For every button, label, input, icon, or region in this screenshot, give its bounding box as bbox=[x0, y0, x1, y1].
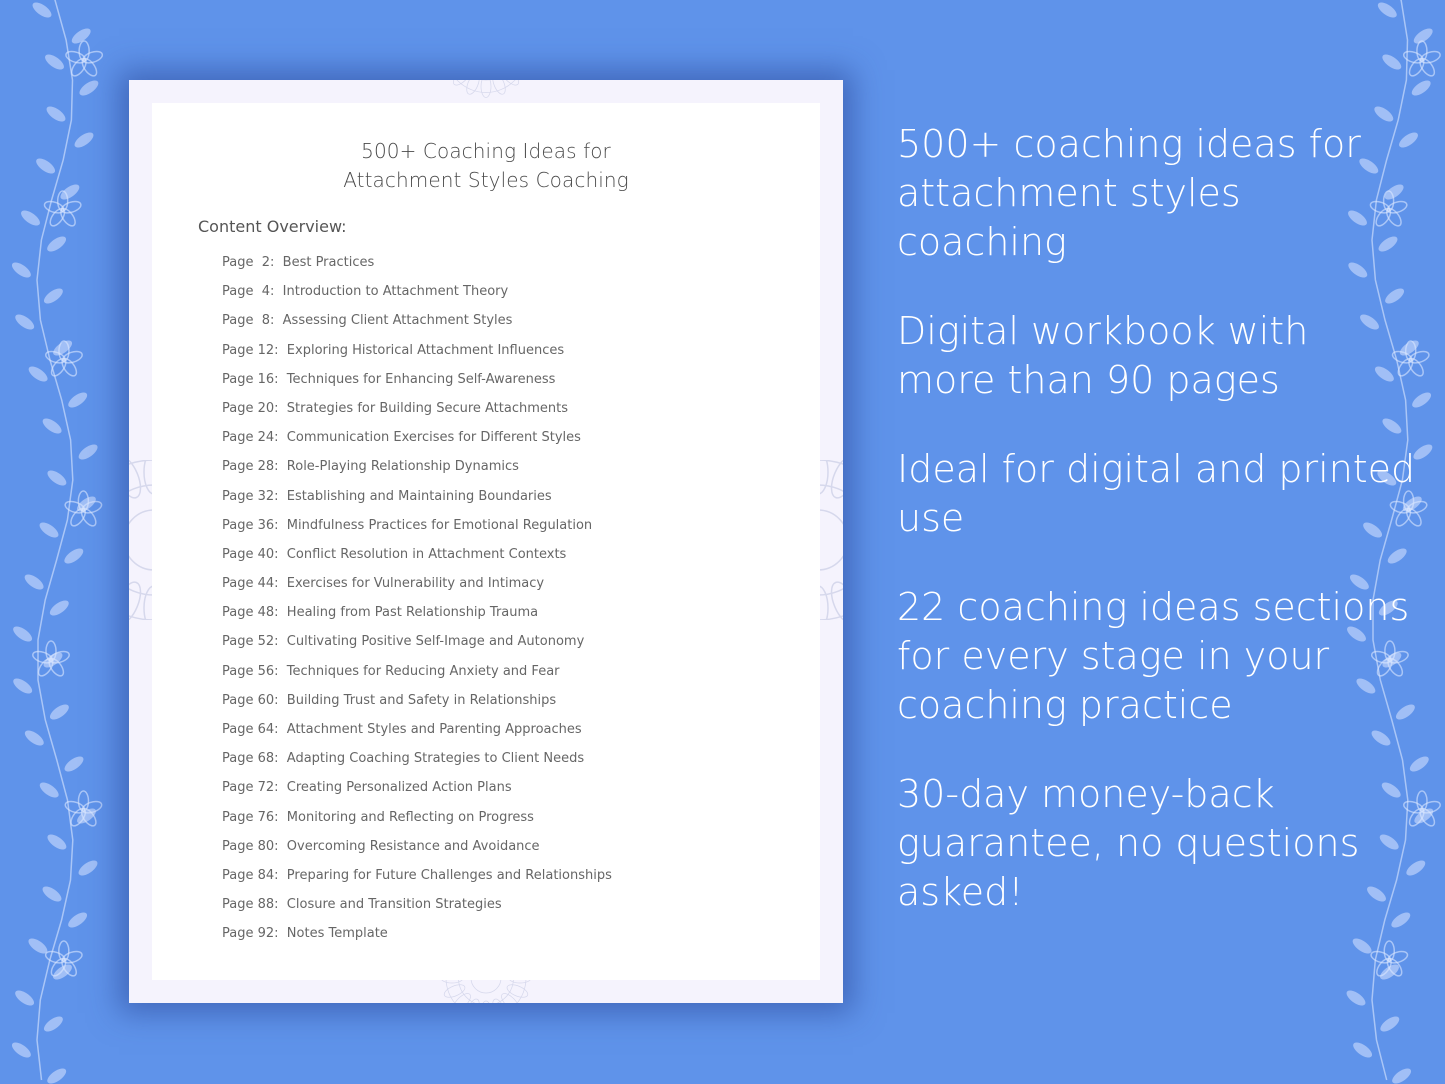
toc-page-number: Page 76: bbox=[222, 809, 279, 825]
toc-page-number: Page 84: bbox=[222, 867, 279, 883]
toc-section-title: Strategies for Building Secure Attachmen… bbox=[286, 400, 569, 416]
toc-page-number: Page 24: bbox=[222, 430, 279, 446]
toc-item: Page 52: Cultivating Positive Self-Image… bbox=[222, 634, 612, 663]
toc-item: Page 92: Notes Template bbox=[222, 926, 612, 955]
toc-item: Page 76: Monitoring and Reflecting on Pr… bbox=[222, 810, 612, 839]
toc-item: Page 28: Role-Playing Relationship Dynam… bbox=[222, 459, 612, 488]
feature-guarantee: 30-day money-back guarantee, no question… bbox=[897, 772, 1360, 914]
toc-page-number: Page 64: bbox=[222, 722, 279, 737]
toc-section-title: Notes Template bbox=[286, 926, 388, 942]
mandala-right-icon bbox=[818, 460, 843, 620]
toc-page-number: Page 48: bbox=[222, 605, 279, 621]
content-overview-label: Content Overview: bbox=[198, 217, 347, 236]
toc-section-title: Techniques for Reducing Anxiety and Fear bbox=[286, 663, 560, 679]
toc-item: Page 8: Assessing Client Attachment Styl… bbox=[222, 313, 612, 342]
toc-page-number: Page 16: bbox=[222, 371, 279, 387]
floral-vine-left-icon bbox=[11, 0, 104, 1084]
toc-section-title: Mindfulness Practices for Emotional Regu… bbox=[286, 517, 593, 533]
toc-item: Page 12: Exploring Historical Attachment… bbox=[222, 343, 612, 372]
toc-section-title: Role-Playing Relationship Dynamics bbox=[286, 459, 519, 475]
toc-item: Page 68: Adapting Coaching Strategies to… bbox=[222, 751, 612, 780]
toc-item: Page 36: Mindfulness Practices for Emoti… bbox=[222, 518, 612, 547]
toc-item: Page 60: Building Trust and Safety in Re… bbox=[222, 693, 612, 722]
toc-item: Page 40: Conflict Resolution in Attachme… bbox=[222, 547, 612, 576]
toc-item: Page 32: Establishing and Maintaining Bo… bbox=[222, 489, 612, 518]
toc-item: Page 56: Techniques for Reducing Anxiety… bbox=[222, 664, 612, 693]
feature-list: 500+ coaching ideas for attachment style… bbox=[897, 120, 1417, 957]
feature-page-count: Digital workbook with more than 90 pages bbox=[897, 309, 1309, 402]
toc-item: Page 64: Attachment Styles and Parenting… bbox=[222, 722, 612, 751]
toc-page-number: Page 4: bbox=[222, 284, 275, 300]
toc-section-title: Best Practices bbox=[282, 255, 375, 270]
mandala-bottom-icon bbox=[440, 978, 532, 1003]
toc-page-number: Page 52: bbox=[222, 634, 279, 650]
toc-item: Page 48: Healing from Past Relationship … bbox=[222, 605, 612, 634]
toc-section-title: Attachment Styles and Parenting Approach… bbox=[286, 722, 582, 737]
toc-page-number: Page 32: bbox=[222, 488, 279, 504]
toc-page-number: Page 60: bbox=[222, 692, 279, 708]
toc-page-number: Page 20: bbox=[222, 400, 279, 416]
toc-page-number: Page 36: bbox=[222, 517, 279, 533]
toc-page-number: Page 40: bbox=[222, 546, 279, 562]
document-title: 500+ Coaching Ideas for Attachment Style… bbox=[152, 137, 820, 195]
toc-page-number: Page 56: bbox=[222, 663, 279, 679]
toc-page-number: Page 92: bbox=[222, 926, 279, 942]
toc-section-title: Cultivating Positive Self-Image and Auto… bbox=[286, 634, 585, 650]
toc-item: Page 84: Preparing for Future Challenges… bbox=[222, 868, 612, 897]
workbook-page-preview: 500+ Coaching Ideas for Attachment Style… bbox=[129, 80, 843, 1003]
toc-section-title: Assessing Client Attachment Styles bbox=[282, 313, 513, 329]
feature-sections: 22 coaching ideas sections for every sta… bbox=[897, 585, 1410, 727]
toc-page-number: Page 12: bbox=[222, 342, 279, 358]
toc-section-title: Exercises for Vulnerability and Intimacy bbox=[286, 576, 545, 592]
toc-section-title: Introduction to Attachment Theory bbox=[282, 284, 509, 300]
page-content: 500+ Coaching Ideas for Attachment Style… bbox=[152, 103, 820, 980]
toc-page-number: Page 72: bbox=[222, 780, 279, 796]
toc-section-title: Creating Personalized Action Plans bbox=[286, 780, 512, 796]
toc-section-title: Overcoming Resistance and Avoidance bbox=[286, 838, 540, 854]
toc-section-title: Closure and Transition Strategies bbox=[286, 897, 502, 913]
document-title-line1: 500+ Coaching Ideas for bbox=[361, 139, 611, 163]
feature-usage: Ideal for digital and printed use bbox=[897, 447, 1416, 540]
toc-section-title: Healing from Past Relationship Trauma bbox=[286, 605, 539, 621]
document-title-line2: Attachment Styles Coaching bbox=[343, 168, 629, 192]
toc-item: Page 4: Introduction to Attachment Theor… bbox=[222, 284, 612, 313]
toc-section-title: Conflict Resolution in Attachment Contex… bbox=[286, 546, 567, 562]
toc-section-title: Building Trust and Safety in Relationshi… bbox=[286, 692, 557, 708]
toc-item: Page 44: Exercises for Vulnerability and… bbox=[222, 576, 612, 605]
mandala-left-icon bbox=[129, 460, 154, 620]
toc-section-title: Monitoring and Reflecting on Progress bbox=[286, 809, 534, 825]
toc-item: Page 88: Closure and Transition Strategi… bbox=[222, 897, 612, 926]
toc-page-number: Page 80: bbox=[222, 838, 279, 854]
mandala-top-icon bbox=[453, 80, 519, 98]
toc-item: Page 24: Communication Exercises for Dif… bbox=[222, 430, 612, 459]
toc-page-number: Page 2: bbox=[222, 255, 275, 270]
toc-section-title: Communication Exercises for Different St… bbox=[286, 430, 581, 446]
toc-section-title: Techniques for Enhancing Self-Awareness bbox=[286, 371, 556, 387]
toc-section-title: Exploring Historical Attachment Influenc… bbox=[286, 342, 565, 358]
toc-section-title: Adapting Coaching Strategies to Client N… bbox=[286, 751, 585, 767]
toc-page-number: Page 28: bbox=[222, 459, 279, 475]
toc-page-number: Page 88: bbox=[222, 897, 279, 913]
toc-item: Page 20: Strategies for Building Secure … bbox=[222, 401, 612, 430]
toc-page-number: Page 8: bbox=[222, 313, 275, 329]
toc-page-number: Page 68: bbox=[222, 751, 279, 767]
toc-section-title: Preparing for Future Challenges and Rela… bbox=[286, 867, 612, 883]
feature-coaching-ideas: 500+ coaching ideas for attachment style… bbox=[897, 122, 1361, 264]
toc-item: Page 2: Best Practices bbox=[222, 255, 612, 284]
toc-section-title: Establishing and Maintaining Boundaries bbox=[286, 488, 552, 504]
toc-item: Page 72: Creating Personalized Action Pl… bbox=[222, 780, 612, 809]
toc-page-number: Page 44: bbox=[222, 576, 279, 592]
table-of-contents: Page 2: Best Practices Page 4: Introducti… bbox=[222, 255, 612, 956]
toc-item: Page 80: Overcoming Resistance and Avoid… bbox=[222, 839, 612, 868]
toc-item: Page 16: Techniques for Enhancing Self-A… bbox=[222, 372, 612, 401]
